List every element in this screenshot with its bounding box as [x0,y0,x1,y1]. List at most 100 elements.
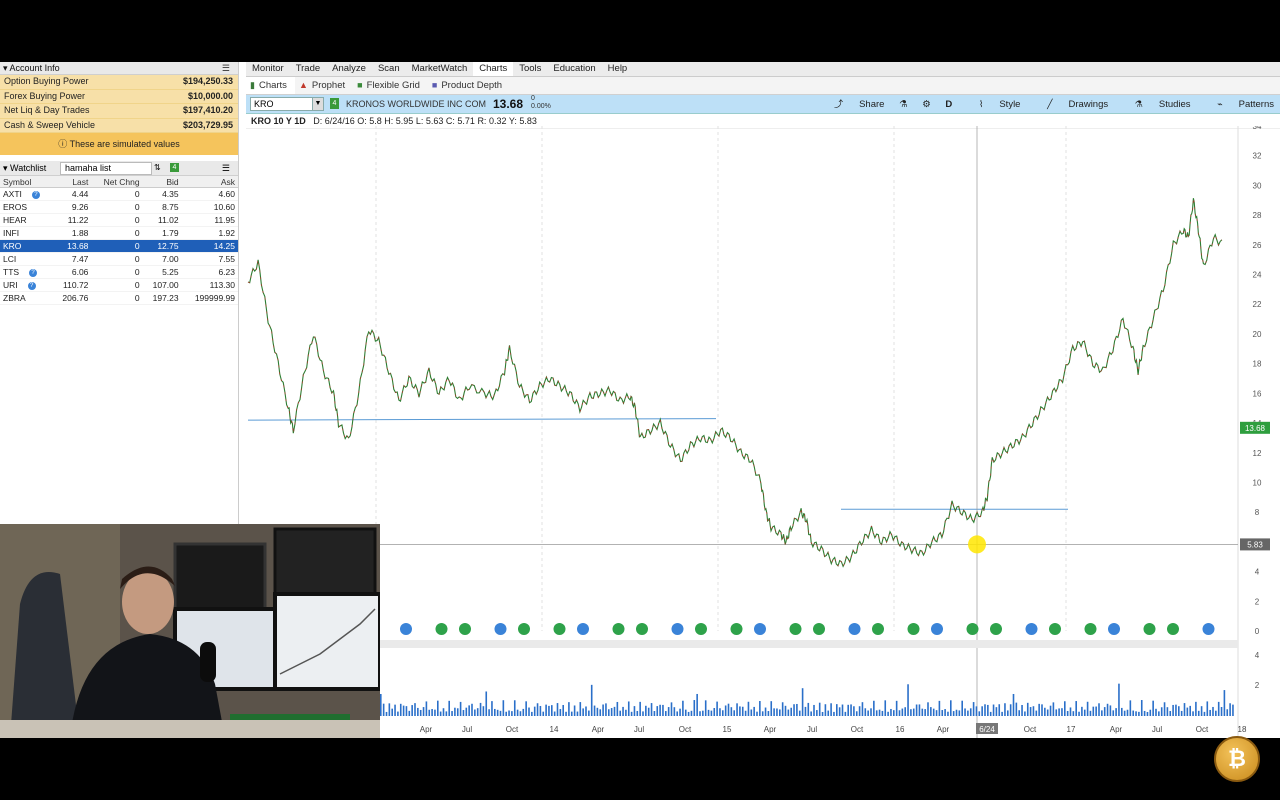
volume-bar [576,711,579,716]
info-icon[interactable]: ? [31,190,40,199]
menu-scan[interactable]: Scan [372,62,406,76]
share-button[interactable]: ⤴ Share [822,95,884,114]
volume-bar [739,706,741,716]
y-tick-label: 34 [1253,126,1262,131]
column-header-symbol[interactable]: Symbol [0,176,53,188]
patterns-button[interactable]: ⌁ Patterns [1205,95,1274,114]
style-label: Style [999,99,1021,110]
x-tick-label: Oct [1196,725,1209,734]
cell-chg-text: 0 [134,241,140,251]
column-header-ask[interactable]: Ask [181,176,238,188]
table-row[interactable]: EROS 9.26 0 8.75 10.60 [0,200,238,214]
menu-trade[interactable]: Trade [290,62,326,76]
price-chart[interactable]: 024681012141618202224262830323413.685.83… [246,126,1280,738]
volume-bar [588,710,590,716]
volume-bar [548,705,550,716]
info-icon[interactable]: ? [27,281,36,290]
volume-bar [733,710,735,716]
volume-bar [756,711,758,716]
table-row[interactable]: KRO 13.68 0 12.75 14.25 [0,239,238,253]
link-icon[interactable]: 4 [170,163,179,172]
volume-bar [1015,702,1018,716]
volume-bar [1044,707,1046,716]
volume-bar [1140,700,1143,716]
cell-chg-text: 0 [134,280,140,290]
tab-flexible-grid[interactable]: ■ Flexible Grid [353,77,428,94]
volume-bar [610,708,613,716]
menu-monitor[interactable]: Monitor [246,62,290,76]
volume-bar [1220,707,1223,716]
style-button[interactable]: ⌇ Style [967,95,1021,114]
watchlist-selector[interactable]: hamaha list [60,162,152,175]
volume-bar [989,711,992,716]
volume-bar [431,709,433,716]
collapse-icon[interactable]: ▾ [3,63,8,73]
menu-charts[interactable]: Charts [473,62,514,76]
account-info-header[interactable]: ▾ Account Info ☰ [0,62,238,75]
drawings-button[interactable]: ╱ Drawings [1035,95,1108,114]
link-icon[interactable]: 4 [330,98,339,109]
table-row[interactable]: INFI 1.88 0 1.79 1.92 [0,226,238,240]
account-row-label: Option Buying Power [4,76,89,86]
volume-bar [744,710,747,716]
volume-bar [1229,703,1231,716]
column-header-bid[interactable]: Bid [142,176,182,188]
earnings-icon [1049,623,1061,635]
menu-tools[interactable]: Tools [513,62,547,76]
volume-bar [1018,710,1020,716]
volume-bar [1004,703,1006,716]
volume-bar [1183,703,1186,716]
tab-prophet[interactable]: ▲ Prophet [295,77,353,94]
table-row[interactable]: TTS? 6.06 0 5.25 6.23 [0,265,238,279]
volume-bar [1132,710,1134,716]
table-row[interactable]: URI? 110.72 0 107.00 113.30 [0,278,238,292]
flask-icon[interactable]: ⚗ [899,96,908,114]
volume-bar [810,711,812,716]
cell-ask: 6.23 [181,265,238,279]
info-icon: ⓘ [58,139,68,149]
volume-bar [1232,704,1234,716]
volume-bar [967,710,969,716]
volume-bar [995,707,998,716]
volume-bar [1138,711,1140,716]
menu-help[interactable]: Help [602,62,634,76]
table-row[interactable]: HEAR 11.22 0 11.02 11.95 [0,213,238,227]
menu-icon[interactable]: ☰ [222,62,230,74]
studies-button[interactable]: ⚗ Studies [1123,95,1191,114]
earnings-icon [671,623,684,635]
volume-bar [511,711,513,716]
tab-charts[interactable]: ▮ Charts [246,77,295,94]
menu-icon[interactable]: ☰ [222,161,230,175]
menu-education[interactable]: Education [547,62,601,76]
volume-bar [844,711,847,716]
tab-product-depth[interactable]: ■ Product Depth [428,77,510,94]
gear-icon[interactable]: ⚙ [922,96,931,114]
symbol-input[interactable]: KRO [250,97,319,111]
table-row[interactable]: LCI 7.47 0 7.00 7.55 [0,252,238,266]
volume-bar [496,709,499,716]
menu-analyze[interactable]: Analyze [326,62,372,76]
volume-bar [630,711,633,716]
studies-label: Studies [1158,99,1191,110]
volume-bar [593,705,596,716]
sort-icon[interactable]: ⇅ [154,161,161,175]
table-row[interactable]: AXTI? 4.44 0 4.35 4.60 [0,187,238,201]
cell-bid-text: 7.00 [162,254,179,264]
volume-bar [1226,709,1229,716]
column-header-last[interactable]: Last [52,176,92,188]
cell-chg-text: 0 [134,202,140,212]
column-header-net-chng[interactable]: Net Chng [91,176,143,188]
period-button[interactable]: D [945,96,952,114]
volume-bar [579,702,582,716]
volume-bar [722,710,724,716]
volume-bar [1001,711,1003,716]
chevron-down-icon[interactable]: ▼ [312,97,324,111]
info-icon[interactable]: ? [29,268,38,277]
watchlist-header[interactable]: ▾ Watchlist hamaha list ⇅ 4 ☰ [0,161,238,176]
x-tick-label: 6/24 [979,725,995,734]
menu-marketwatch[interactable]: MarketWatch [406,62,474,76]
y-tick-label: 30 [1253,181,1262,190]
table-row[interactable]: ZBRA 206.76 0 197.23 199999.99 [0,291,238,305]
cell-bid: 197.23 [142,291,182,305]
collapse-icon[interactable]: ▾ [3,163,8,173]
